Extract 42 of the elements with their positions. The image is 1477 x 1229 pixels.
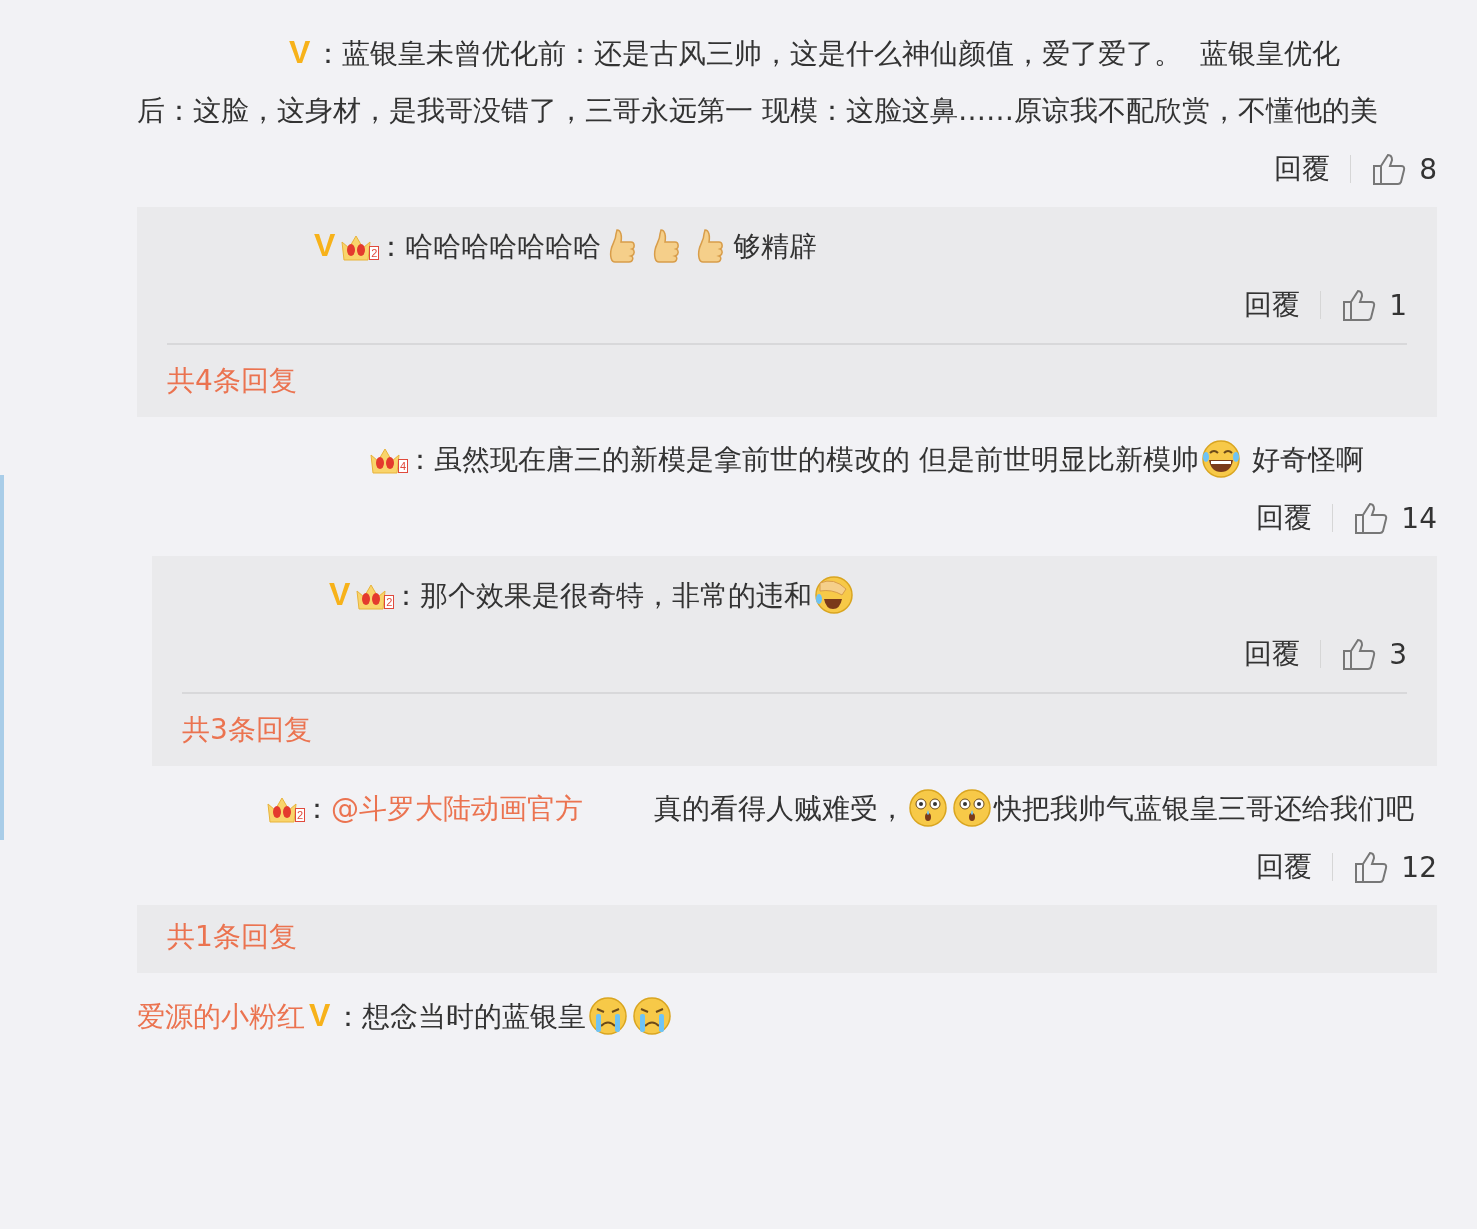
reply-link[interactable]: 回覆 bbox=[1244, 286, 1301, 324]
thumbs-up-icon[interactable] bbox=[1353, 501, 1390, 535]
verified-mark: V bbox=[314, 227, 336, 263]
facepalm-face-icon bbox=[814, 575, 855, 615]
comment-text: 们吧 bbox=[1358, 792, 1415, 825]
like-count: 8 bbox=[1419, 152, 1437, 186]
level-number: 2 bbox=[369, 246, 380, 260]
comment-text: 后：这脸，这身材，是我哥没错了，三哥永远第一 现模：这脸这鼻……原谅我不配欣赏，不懂他的 bbox=[137, 94, 1350, 127]
comment-text: ：虽然现在唐三的新模是拿前世的模改的 但是前世明显比新模帅 bbox=[406, 443, 1199, 476]
level-number: 2 bbox=[384, 595, 395, 609]
reply-link[interactable]: 回覆 bbox=[1256, 848, 1313, 886]
comment-text: 真的看得人贼难受， bbox=[653, 792, 907, 825]
crying-face-icon bbox=[632, 996, 673, 1036]
comment-text: ：那个效果是很奇特，非常的违和 bbox=[392, 579, 813, 612]
comment-text: ：想念当时的蓝银皇 bbox=[334, 1000, 587, 1033]
thumbs-up-icon[interactable] bbox=[1353, 850, 1390, 884]
shocked-face-icon bbox=[908, 788, 949, 828]
verified-mark: V bbox=[329, 576, 351, 612]
level-number: 2 bbox=[294, 808, 305, 822]
comment-text: ： bbox=[303, 792, 331, 825]
comment-text: 美 bbox=[1349, 94, 1378, 127]
comment-text: 好奇怪啊 bbox=[1250, 443, 1364, 476]
shocked-face-icon bbox=[952, 788, 993, 828]
thumbs-up-icon[interactable] bbox=[1341, 637, 1378, 671]
level-number: 4 bbox=[397, 459, 408, 473]
laughing-face-icon bbox=[1200, 439, 1241, 479]
thumbs-up-icon[interactable] bbox=[1341, 288, 1378, 322]
comment-text: 够精辟 bbox=[733, 230, 818, 263]
reply-link[interactable]: 回覆 bbox=[1244, 635, 1301, 673]
verified-mark: V bbox=[289, 34, 311, 70]
like-count: 14 bbox=[1401, 501, 1437, 535]
crying-face-icon bbox=[588, 996, 629, 1036]
verified-mark: V bbox=[309, 997, 331, 1033]
like-count: 3 bbox=[1389, 637, 1407, 671]
like-count: 12 bbox=[1401, 850, 1437, 884]
like-count: 1 bbox=[1389, 288, 1407, 322]
comment-text: ：哈哈哈哈哈哈哈 bbox=[377, 230, 602, 263]
reply-link[interactable]: 回覆 bbox=[1256, 499, 1313, 537]
reply-link[interactable]: 回覆 bbox=[1274, 150, 1331, 188]
comment-text: ：蓝银皇未曾优化前：还是古风三帅，这是什么神仙颜值，爱了爱了。 蓝银皇优化 bbox=[314, 37, 1341, 70]
thumbs-up-icon[interactable] bbox=[1371, 152, 1408, 186]
comment-text: 快把我帅气蓝银皇三哥还给我 bbox=[994, 792, 1359, 825]
